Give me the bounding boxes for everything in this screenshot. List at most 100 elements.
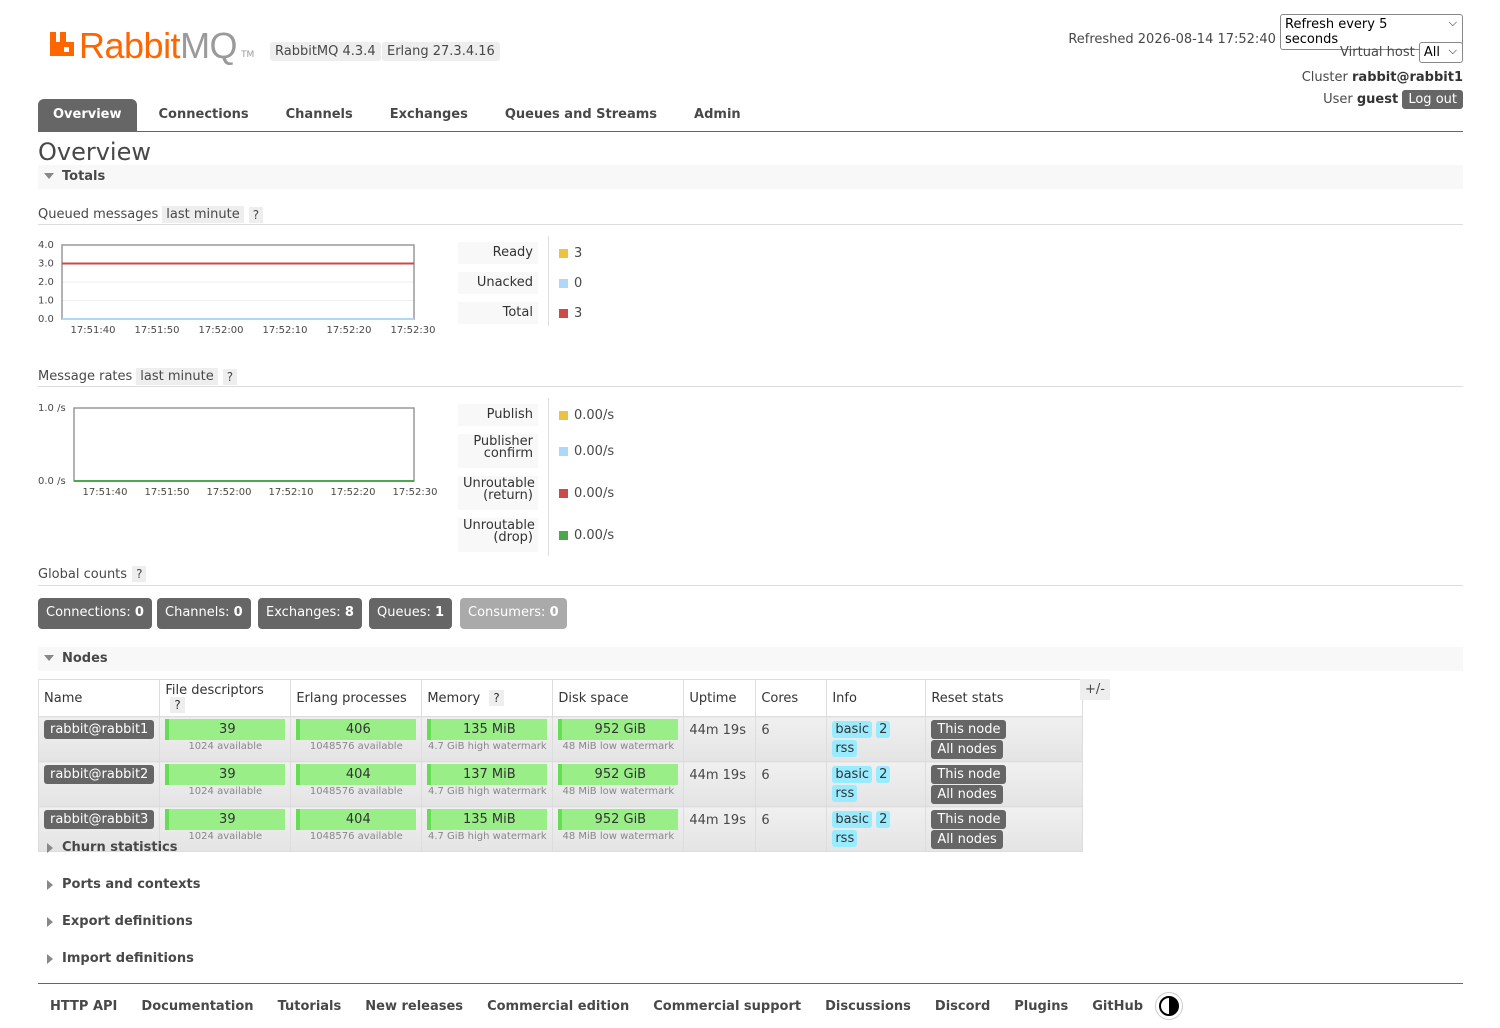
queues-count-button[interactable]: Queues: 1 bbox=[369, 598, 453, 629]
tab-admin[interactable]: Admin bbox=[679, 99, 756, 131]
theme-toggle-icon[interactable] bbox=[1155, 992, 1184, 1020]
y-tick-label: 2.0 bbox=[38, 277, 54, 288]
footer-link-http-api[interactable]: HTTP API bbox=[50, 999, 117, 1014]
uptime-cell: 44m 19s bbox=[683, 761, 757, 807]
tab-connections[interactable]: Connections bbox=[144, 99, 264, 131]
queued-range-selector[interactable]: last minute bbox=[162, 206, 244, 223]
disk-watermark: 48 MiB low watermark bbox=[562, 741, 675, 752]
rabbitmq-logo[interactable]: RabbitMQ TM bbox=[48, 26, 254, 64]
reset-all-nodes-button[interactable]: All nodes bbox=[931, 785, 1003, 804]
queued-help-button[interactable]: ? bbox=[248, 206, 264, 223]
disk-cell: 952 GiB 48 MiB low watermark bbox=[552, 806, 685, 852]
node-link[interactable]: rabbit@rabbit1 bbox=[44, 720, 155, 739]
table-row: rabbit@rabbit3 39 1024 available 404 10485… bbox=[37, 806, 1084, 852]
footer-link-plugins[interactable]: Plugins bbox=[1014, 999, 1068, 1014]
proc-available: 1048576 available bbox=[309, 831, 403, 842]
erlang-version: Erlang 27.3.4.16 bbox=[382, 42, 500, 61]
column-header-file-descriptors[interactable]: File descriptors ? bbox=[159, 679, 292, 717]
proc-cell: 404 1048576 available bbox=[290, 806, 423, 852]
info-tag-basic: basic bbox=[832, 766, 873, 783]
tab-channels[interactable]: Channels bbox=[271, 99, 368, 131]
proc-bar: 404 bbox=[296, 809, 417, 830]
connections-count-button[interactable]: Connections: 0 bbox=[38, 598, 152, 629]
legend-value-unroutable-return: 0.00/s bbox=[559, 486, 614, 501]
column-header-disk-space[interactable]: Disk space bbox=[552, 679, 685, 717]
fd-bar: 39 bbox=[165, 719, 286, 740]
x-tick-label: 17:51:50 bbox=[145, 487, 190, 498]
column-header-info[interactable]: Info bbox=[826, 679, 927, 717]
reset-cell: This node All nodes bbox=[925, 806, 1084, 852]
footer-link-discussions[interactable]: Discussions bbox=[825, 999, 911, 1014]
info-tag-rss: rss bbox=[832, 740, 858, 757]
consumers-count-button[interactable]: Consumers: 0 bbox=[460, 598, 567, 629]
channels-count-button[interactable]: Channels: 0 bbox=[157, 598, 251, 629]
legend-separator bbox=[548, 398, 549, 556]
node-link[interactable]: rabbit@rabbit3 bbox=[44, 810, 155, 829]
tab-queues-and-streams[interactable]: Queues and Streams bbox=[490, 99, 672, 131]
info-cell: basic 2 rss bbox=[826, 716, 927, 762]
footer-link-new-releases[interactable]: New releases bbox=[365, 999, 463, 1014]
column-header-memory[interactable]: Memory ? bbox=[421, 679, 554, 717]
user-name: guest bbox=[1356, 92, 1399, 107]
triangle-right-icon bbox=[47, 954, 53, 964]
help-button[interactable]: ? bbox=[170, 697, 185, 713]
reset-this-node-button[interactable]: This node bbox=[931, 765, 1007, 784]
swatch bbox=[559, 279, 568, 288]
reset-this-node-button[interactable]: This node bbox=[931, 720, 1007, 739]
chevron-down-icon: ⌵ bbox=[1448, 44, 1457, 57]
reset-this-node-button[interactable]: This node bbox=[931, 810, 1007, 829]
footer-link-discord[interactable]: Discord bbox=[935, 999, 990, 1014]
totals-section-header[interactable]: Totals bbox=[38, 165, 1463, 189]
legend-value-unacked: 0 bbox=[559, 276, 582, 291]
legend-label: (return) bbox=[483, 488, 533, 503]
swatch bbox=[559, 249, 568, 258]
x-tick-label: 17:52:10 bbox=[263, 325, 308, 336]
table-row: rabbit@rabbit2 39 1024 available 404 10485… bbox=[37, 761, 1084, 807]
logout-button[interactable]: Log out bbox=[1402, 90, 1463, 109]
x-tick-label: 17:51:40 bbox=[83, 487, 128, 498]
tab-overview[interactable]: Overview bbox=[38, 99, 137, 131]
plot-frame bbox=[73, 407, 415, 482]
fd-cell: 39 1024 available bbox=[159, 806, 292, 852]
cores-cell: 6 bbox=[755, 716, 828, 762]
global-help-button[interactable]: ? bbox=[132, 566, 147, 582]
reset-all-nodes-button[interactable]: All nodes bbox=[931, 740, 1003, 759]
rates-range-selector[interactable]: last minute bbox=[136, 368, 218, 385]
swatch bbox=[559, 447, 568, 456]
proc-cell: 406 1048576 available bbox=[290, 716, 423, 762]
node-link[interactable]: rabbit@rabbit2 bbox=[44, 765, 155, 784]
nodes-table: Name File descriptors ? Erlang processes… bbox=[37, 679, 1084, 852]
fd-available: 1024 available bbox=[188, 741, 263, 752]
legend-label: Ready bbox=[458, 242, 538, 264]
y-tick-label: 1.0 /s bbox=[38, 403, 66, 414]
columns-toggle-button[interactable]: +/- bbox=[1080, 679, 1110, 700]
y-tick-label: 0.0 /s bbox=[38, 476, 66, 487]
cluster-row: Cluster rabbit@rabbit1 bbox=[1302, 70, 1463, 85]
footer-link-github[interactable]: GitHub bbox=[1092, 999, 1143, 1014]
exchanges-count-button[interactable]: Exchanges: 8 bbox=[258, 598, 362, 629]
queued-messages-heading: Queued messages last minute ? bbox=[38, 206, 264, 223]
nodes-section-header[interactable]: Nodes bbox=[38, 647, 1463, 671]
user-label: User bbox=[1323, 92, 1353, 107]
swatch bbox=[559, 531, 568, 540]
help-button[interactable]: ? bbox=[489, 689, 504, 706]
footer-link-documentation[interactable]: Documentation bbox=[141, 999, 253, 1014]
swatch bbox=[559, 309, 568, 318]
reset-all-nodes-button[interactable]: All nodes bbox=[931, 830, 1003, 849]
column-header-cores[interactable]: Cores bbox=[755, 679, 828, 717]
vhost-select[interactable]: All ⌵ bbox=[1418, 42, 1463, 63]
rates-help-button[interactable]: ? bbox=[222, 368, 238, 385]
rabbit-logo-icon bbox=[50, 32, 74, 56]
column-header-reset-stats[interactable]: Reset stats bbox=[925, 679, 1084, 717]
footer-link-commercial-support[interactable]: Commercial support bbox=[653, 999, 801, 1014]
info-tag-count: 2 bbox=[876, 766, 891, 783]
column-header-uptime[interactable]: Uptime bbox=[683, 679, 757, 717]
footer-link-tutorials[interactable]: Tutorials bbox=[278, 999, 342, 1014]
info-tag-rss: rss bbox=[832, 830, 858, 847]
footer-link-commercial-edition[interactable]: Commercial edition bbox=[487, 999, 629, 1014]
message-rates-heading: Message rates last minute ? bbox=[38, 368, 238, 385]
tab-exchanges[interactable]: Exchanges bbox=[375, 99, 483, 131]
column-header-erlang-processes[interactable]: Erlang processes bbox=[290, 679, 423, 717]
column-header-name[interactable]: Name bbox=[37, 679, 161, 717]
legend-value-publish: 0.00/s bbox=[559, 408, 614, 423]
